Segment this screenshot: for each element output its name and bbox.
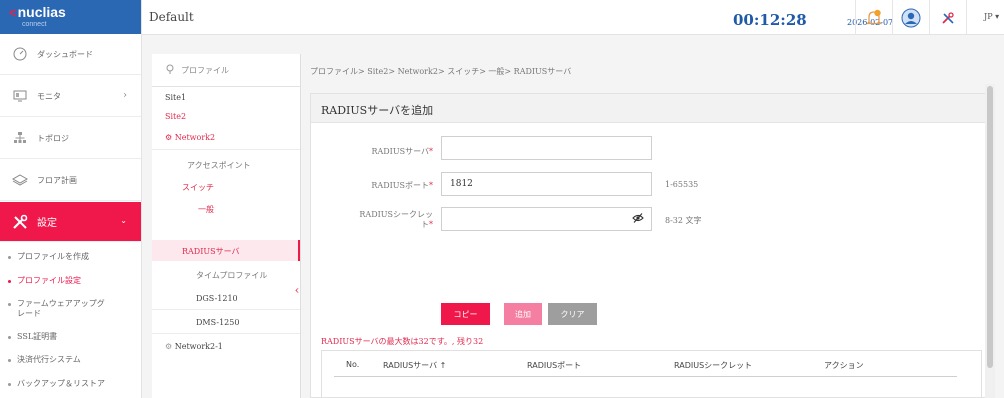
sidebar-item-dashboard[interactable]: ダッシュボード bbox=[0, 34, 141, 75]
sidebar-item-monitor[interactable]: モニタ › bbox=[0, 76, 141, 117]
radius-server-table: No. RADIUSサーバ ↑ RADIUSポート RADIUSシークレット ア… bbox=[321, 350, 982, 398]
collapse-tree-button[interactable]: ‹ bbox=[292, 280, 302, 300]
column-radius-secret[interactable]: RADIUSシークレット bbox=[674, 360, 752, 371]
radius-secret-hint: 8-32 文字 bbox=[665, 216, 702, 225]
radius-port-hint: 1-65535 bbox=[665, 180, 699, 189]
sidebar: <nuclias connect ダッシュボード モニタ › トポロジ フロア計… bbox=[0, 0, 142, 398]
scrollbar-thumb[interactable] bbox=[987, 86, 993, 368]
copy-button[interactable]: コピー bbox=[441, 303, 490, 325]
column-radius-port[interactable]: RADIUSポート bbox=[527, 360, 581, 371]
settings-gear-icon: ⚙ bbox=[165, 342, 173, 351]
profile-icon bbox=[165, 64, 175, 76]
floor-plan-icon bbox=[12, 172, 28, 188]
tree-item-dms-1250[interactable]: DMS-1250 bbox=[152, 311, 300, 334]
table-header: No. RADIUSサーバ ↑ RADIUSポート RADIUSシークレット ア… bbox=[334, 357, 957, 377]
settings-gear-icon: ⚙ bbox=[165, 133, 173, 142]
brand-name: nuclias bbox=[17, 4, 66, 20]
content-area: プロファイル Site1 Site2 ⚙ Network2 アクセスポイント ス… bbox=[142, 35, 1004, 398]
user-account-button[interactable] bbox=[892, 0, 929, 35]
tools-icon bbox=[942, 11, 954, 24]
column-action: アクション bbox=[824, 361, 864, 370]
monitor-icon bbox=[12, 88, 28, 104]
tree-item-access-point[interactable]: アクセスポイント bbox=[187, 160, 251, 171]
radius-server-input[interactable] bbox=[441, 136, 652, 160]
wrench-screwdriver-icon bbox=[12, 214, 28, 230]
radius-secret-input[interactable] bbox=[441, 207, 652, 231]
language-select[interactable]: JP ▾ bbox=[984, 12, 999, 21]
brand-sub: connect bbox=[22, 21, 47, 28]
sidebar-item-label: 設定 bbox=[37, 218, 57, 229]
sidebar-sub-ssl-certificate[interactable]: SSL証明書 bbox=[0, 332, 141, 342]
tree-item-network2-1[interactable]: ⚙ Network2-1 bbox=[165, 342, 223, 351]
column-radius-server[interactable]: RADIUSサーバ ↑ bbox=[383, 360, 446, 371]
tree-item-site2[interactable]: Site2 bbox=[165, 112, 186, 121]
add-button[interactable]: 追加 bbox=[504, 303, 542, 325]
sidebar-sub-backup-restore[interactable]: バックアップ＆リストア bbox=[0, 379, 141, 389]
radius-server-card: RADIUSサーバを追加 RADIUSサーバ* RADIUSポート* 1812 … bbox=[310, 93, 992, 398]
tree-item-general[interactable]: 一般 bbox=[198, 204, 214, 215]
column-no: No. bbox=[346, 360, 360, 369]
sidebar-item-label: モニタ bbox=[37, 91, 61, 101]
radius-port-label: RADIUSポート* bbox=[371, 181, 433, 190]
sidebar-item-label: フロア計画 bbox=[37, 175, 77, 185]
clock-time: 00:12:28 bbox=[733, 11, 807, 29]
topology-icon bbox=[12, 130, 28, 146]
sidebar-item-topology[interactable]: トポロジ bbox=[0, 118, 141, 159]
sidebar-item-label: ダッシュボード bbox=[37, 49, 93, 59]
radius-server-label: RADIUSサーバ* bbox=[371, 147, 433, 156]
tools-button[interactable] bbox=[929, 0, 966, 35]
sidebar-item-label: トポロジ bbox=[37, 133, 69, 143]
sidebar-item-settings[interactable]: 設定 ⌄ bbox=[0, 202, 141, 242]
logo[interactable]: <nuclias connect bbox=[0, 0, 141, 34]
tree-item-switch[interactable]: スイッチ bbox=[182, 182, 214, 193]
radius-secret-label: RADIUSシークレッ ト* bbox=[359, 210, 433, 229]
max-servers-note: RADIUSサーバの最大数は32です。, 残り32 bbox=[321, 337, 484, 346]
clear-button[interactable]: クリア bbox=[548, 303, 597, 325]
sidebar-sub-profile-settings[interactable]: プロファイル設定 bbox=[0, 276, 141, 286]
breadcrumb: プロファイル> Site2> Network2> スイッチ> 一般> RADIU… bbox=[310, 67, 572, 76]
profile-tree: プロファイル Site1 Site2 ⚙ Network2 アクセスポイント ス… bbox=[152, 54, 301, 398]
tree-item-network2[interactable]: ⚙ Network2 bbox=[152, 127, 300, 150]
chevron-left-icon: < bbox=[9, 5, 17, 20]
eye-off-icon[interactable] bbox=[632, 212, 644, 227]
sidebar-sub-create-profile[interactable]: プロファイルを作成 bbox=[0, 252, 141, 262]
sidebar-sub-firmware-upgrade[interactable]: ファームウェアアップグ レード bbox=[0, 299, 141, 319]
sidebar-sub-payment-gateway[interactable]: 決済代行システム bbox=[0, 355, 141, 365]
profile-tree-header: プロファイル bbox=[152, 54, 300, 87]
bell-icon bbox=[866, 9, 882, 24]
notification-button[interactable] bbox=[855, 0, 892, 35]
chevron-down-icon: ⌄ bbox=[120, 216, 127, 225]
tree-item-radius-server[interactable]: RADIUSサーバ bbox=[152, 240, 300, 261]
sidebar-item-floor-plan[interactable]: フロア計画 bbox=[0, 160, 141, 201]
site-name: Default bbox=[149, 10, 194, 24]
user-avatar-icon bbox=[901, 8, 921, 27]
dashboard-icon bbox=[12, 46, 28, 62]
card-title: RADIUSサーバを追加 bbox=[311, 94, 991, 123]
radius-port-input[interactable]: 1812 bbox=[441, 172, 652, 196]
tree-item-time-profile[interactable]: タイムプロファイル bbox=[196, 270, 267, 281]
tree-item-dgs-1210[interactable]: DGS-1210 bbox=[152, 287, 300, 310]
top-header: Default 00:12:28 2026-02-07 JP ▾ bbox=[142, 0, 1004, 35]
chevron-right-icon: › bbox=[123, 90, 127, 101]
tree-item-site1[interactable]: Site1 bbox=[165, 93, 186, 102]
